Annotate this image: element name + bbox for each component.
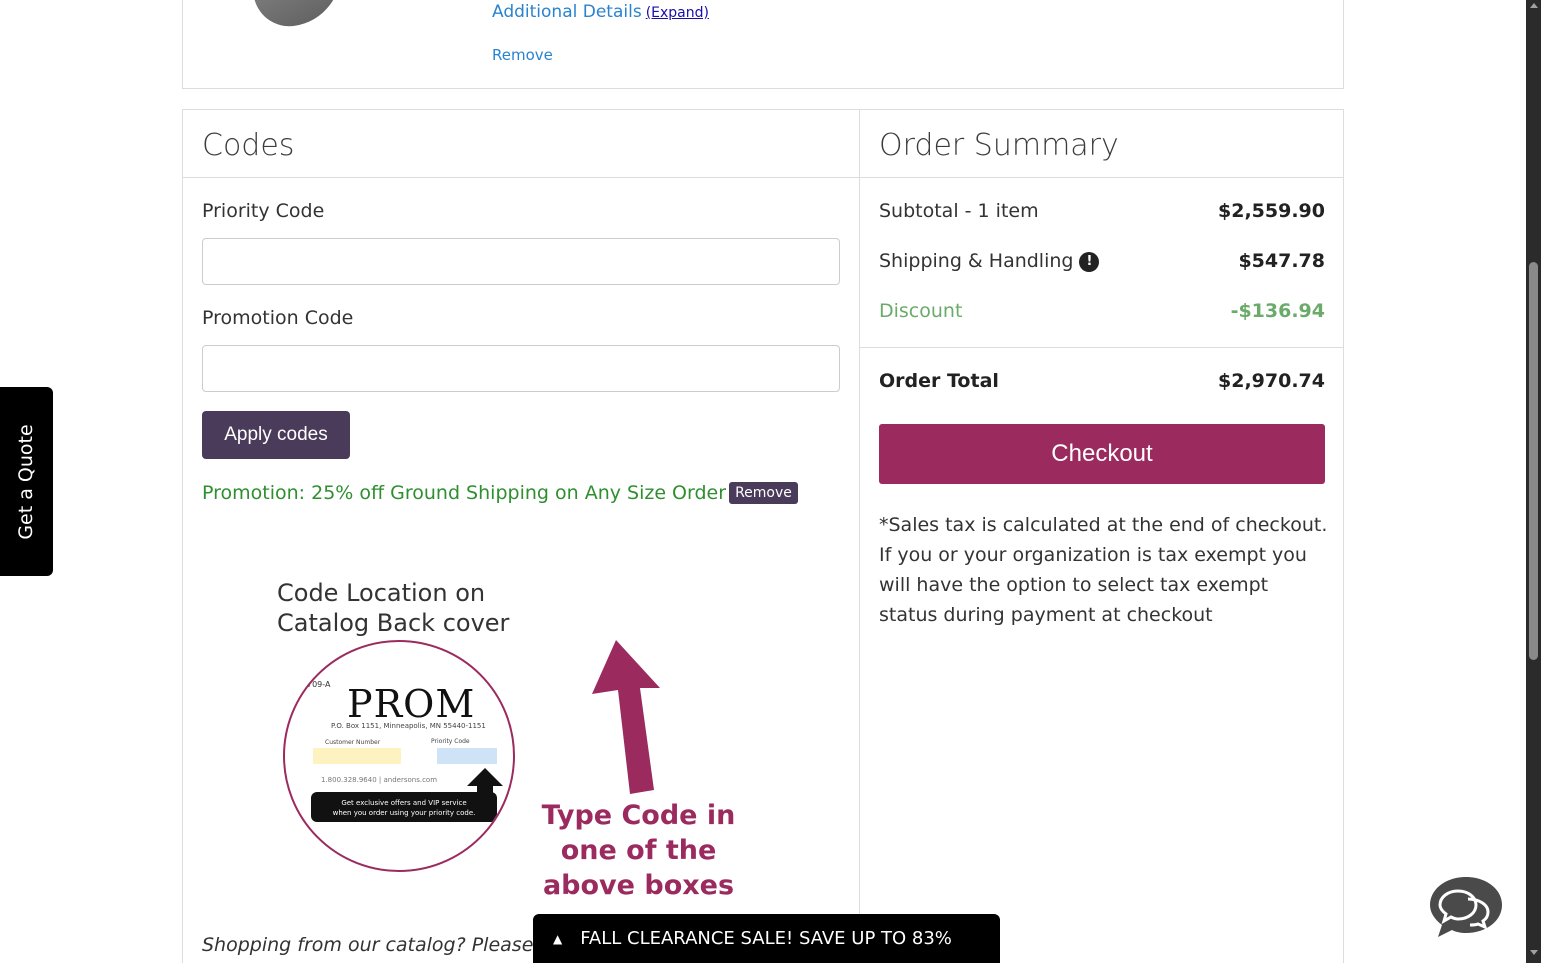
info-icon[interactable]: !	[1079, 251, 1100, 272]
scrollbar-thumb[interactable]	[1529, 262, 1538, 660]
order-total-row: Order Total $2,970.74	[879, 370, 1325, 392]
promotion-code-label: Promotion Code	[202, 307, 354, 329]
catalog-back-cover-circle: 709-A PROM P.O. Box 1151, Minneapolis, M…	[283, 640, 515, 872]
codes-title: Codes	[183, 110, 860, 178]
discount-value: -$136.94	[1230, 300, 1325, 322]
codes-panel: Codes Priority Code Promotion Code Apply…	[182, 109, 860, 963]
catalog-tag: 709-A	[307, 680, 331, 689]
priority-code-box	[437, 748, 497, 764]
catalog-phone: 1.800.328.9640 | andersons.com	[321, 776, 438, 784]
sale-banner-label: FALL CLEARANCE SALE! SAVE UP TO 83%	[580, 928, 952, 949]
get-a-quote-tab[interactable]: Get a Quote	[0, 387, 53, 576]
instruction-line1: Type Code in	[541, 800, 736, 831]
promotion-code-input[interactable]	[202, 345, 840, 392]
caret-up-icon: ▲	[553, 931, 563, 946]
applied-promotion: Promotion: 25% off Ground Shipping on An…	[202, 482, 798, 504]
subtotal-label: Subtotal - 1 item	[879, 200, 1039, 222]
discount-row: Discount -$136.94	[879, 300, 1325, 322]
shipping-label-wrap: Shipping & Handling!	[879, 250, 1100, 272]
customer-number-box	[313, 748, 401, 764]
scroll-up-icon[interactable]	[1530, 3, 1538, 8]
order-total-value: $2,970.74	[1218, 370, 1325, 392]
graphic-caption-line2: Catalog Back cover	[277, 609, 510, 637]
chat-bubbles-icon[interactable]	[1428, 875, 1504, 939]
order-summary-title: Order Summary	[860, 110, 1343, 178]
shipping-row: Shipping & Handling! $547.78	[879, 250, 1325, 272]
order-summary-panel: Order Summary Subtotal - 1 item $2,559.9…	[859, 109, 1344, 963]
expand-link[interactable]: (Expand)	[646, 5, 709, 21]
instruction-line3: above boxes	[542, 870, 735, 901]
subtotal-value: $2,559.90	[1218, 200, 1325, 222]
type-code-instruction: Type Code in one of the above boxes	[536, 798, 741, 903]
additional-details-label: Additional Details	[492, 2, 642, 22]
catalog-address: P.O. Box 1151, Minneapolis, MN 55440-115…	[331, 722, 486, 730]
graphic-caption-line1: Code Location on	[277, 579, 486, 607]
instruction-line2: one of the	[560, 835, 717, 866]
shipping-label: Shipping & Handling	[879, 250, 1074, 272]
graphic-caption: Code Location on Catalog Back cover	[277, 578, 509, 638]
order-total-label: Order Total	[879, 370, 999, 392]
remove-item-link[interactable]: Remove	[492, 46, 553, 64]
shipping-value: $547.78	[1238, 250, 1325, 272]
get-a-quote-label: Get a Quote	[15, 424, 37, 540]
customer-number-label: Customer Number	[325, 739, 381, 746]
sale-banner[interactable]: ▲ FALL CLEARANCE SALE! SAVE UP TO 83%	[533, 914, 1000, 963]
discount-label: Discount	[879, 300, 963, 322]
checkout-button[interactable]: Checkout	[879, 424, 1325, 484]
priority-code-sample-label: Priority Code	[431, 738, 470, 745]
subtotal-row: Subtotal - 1 item $2,559.90	[879, 200, 1325, 222]
priority-code-label: Priority Code	[202, 200, 325, 222]
product-thumbnail	[253, 0, 343, 27]
apply-codes-button[interactable]: Apply codes	[202, 411, 350, 459]
catalog-note: Shopping from our catalog? Please e	[202, 934, 552, 956]
catalog-brand: PROM	[347, 682, 476, 726]
black-arrow-icon	[467, 768, 503, 820]
scroll-down-icon[interactable]	[1530, 950, 1538, 955]
summary-divider	[860, 347, 1343, 348]
page-scrollbar[interactable]	[1526, 0, 1541, 963]
additional-details: Additional Details (Expand)	[492, 2, 709, 22]
magenta-arrow-icon	[592, 640, 660, 794]
tax-note: *Sales tax is calculated at the end of c…	[879, 514, 1328, 626]
priority-code-input[interactable]	[202, 238, 840, 285]
cart-item-card: Additional Details (Expand) Remove	[182, 0, 1344, 89]
remove-promotion-button[interactable]: Remove	[729, 482, 798, 504]
applied-promotion-text: Promotion: 25% off Ground Shipping on An…	[202, 482, 727, 504]
code-location-graphic: Code Location on Catalog Back cover 709-…	[258, 528, 758, 901]
